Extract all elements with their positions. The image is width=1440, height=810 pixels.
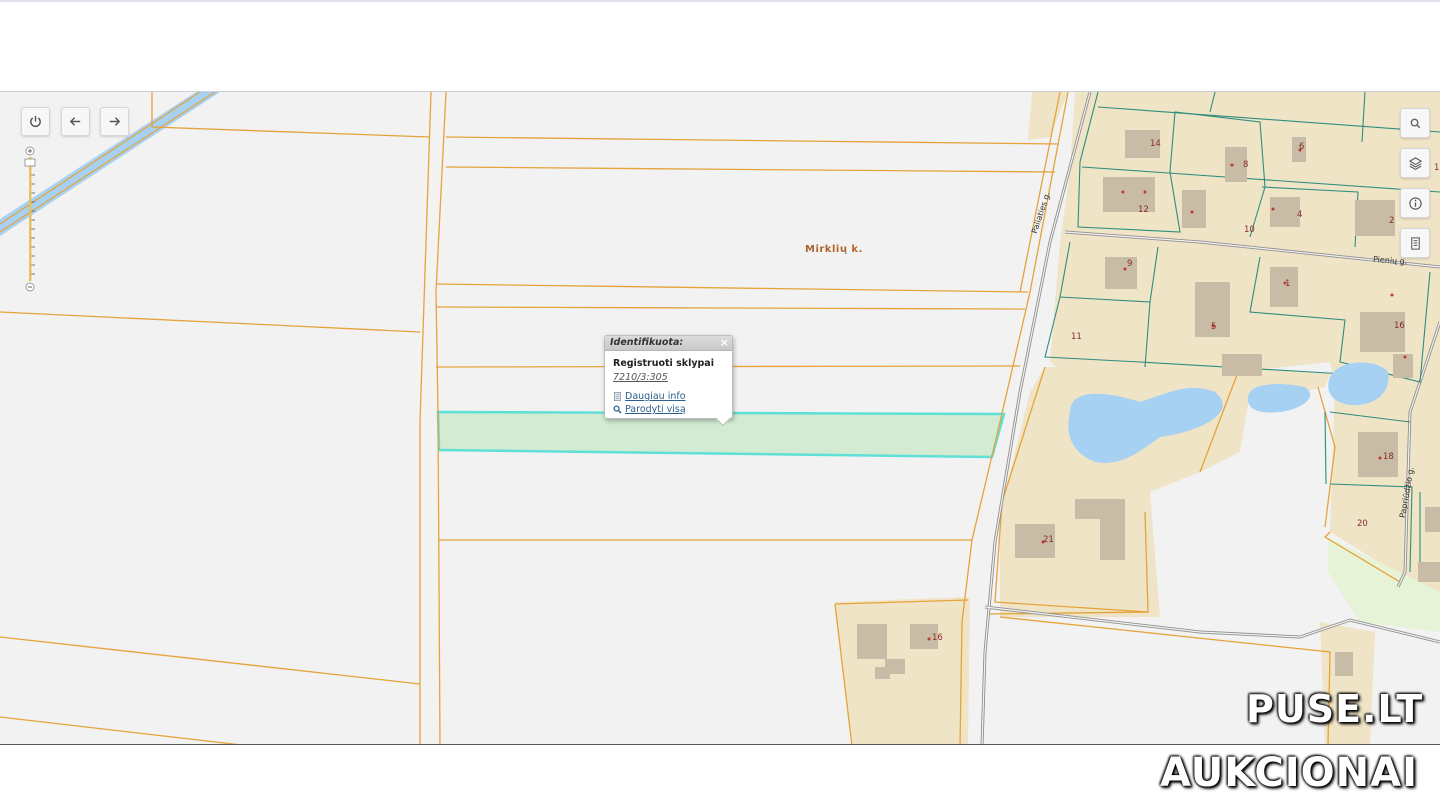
house-number: 18 — [1383, 452, 1394, 462]
house-number: 14 — [1150, 139, 1161, 149]
popup-header: Identifikuota: × — [605, 336, 732, 351]
residential-area — [1028, 92, 1068, 140]
house-number: 2 — [1389, 216, 1395, 226]
house-number: 10 — [1244, 225, 1255, 235]
house-number: 6 — [1299, 142, 1305, 152]
more-info-label: Daugiau info — [625, 391, 686, 402]
house-number: 1 — [1434, 163, 1440, 173]
magnifier-icon — [613, 405, 622, 414]
layers-icon — [1408, 156, 1422, 170]
house-number: 1 — [1285, 279, 1291, 289]
info-icon — [1408, 196, 1422, 210]
legend-button[interactable] — [1400, 228, 1430, 258]
house-number: 20 — [1357, 519, 1368, 529]
back-button[interactable] — [61, 107, 90, 136]
house-number: 16 — [1394, 321, 1405, 331]
top-strip — [0, 0, 1440, 2]
parcel-id-link[interactable]: 7210/3:305 — [613, 372, 668, 383]
show-all-link[interactable]: Parodyti visą — [613, 404, 686, 415]
place-label: Mirklių k. — [805, 244, 863, 255]
pond — [1247, 384, 1311, 413]
popup-title: Identifikuota: — [610, 337, 684, 348]
house-number: 9 — [1127, 259, 1133, 269]
house-number: 12 — [1138, 205, 1149, 215]
map-viewport[interactable]: Mirklių k. 14 8 6 1 12 10 4 2 9 1 11 5 1… — [0, 91, 1440, 745]
more-info-link[interactable]: Daugiau info — [613, 391, 686, 402]
house-number: 5 — [1211, 322, 1217, 332]
identify-popup: Identifikuota: × Registruoti sklypai 721… — [604, 335, 733, 427]
watermark-line2: AUKCIONAI — [1160, 750, 1418, 796]
house-number: 8 — [1243, 160, 1249, 170]
search-button[interactable] — [1400, 108, 1430, 138]
legend-icon — [1410, 236, 1420, 250]
layers-button[interactable] — [1400, 148, 1430, 178]
close-icon[interactable]: × — [720, 336, 729, 350]
arrow-right-icon — [109, 117, 121, 126]
forward-button[interactable] — [100, 107, 129, 136]
zoom-handle[interactable] — [24, 158, 36, 167]
house-number: 4 — [1297, 210, 1303, 220]
zoom-slider[interactable] — [24, 146, 36, 292]
watermark-line1: PUSE.LT — [1246, 687, 1424, 731]
house-number: 11 — [1071, 332, 1082, 342]
popup-layer-name: Registruoti sklypai — [613, 358, 714, 369]
house-number: 16 — [932, 633, 943, 643]
power-icon — [30, 115, 41, 127]
search-icon — [1410, 118, 1420, 128]
document-icon — [613, 392, 622, 401]
info-button[interactable] — [1400, 188, 1430, 218]
arrow-left-icon — [69, 117, 81, 126]
show-all-label: Parodyti visą — [625, 404, 686, 415]
power-button[interactable] — [21, 107, 50, 136]
house-number: 21 — [1043, 535, 1054, 545]
